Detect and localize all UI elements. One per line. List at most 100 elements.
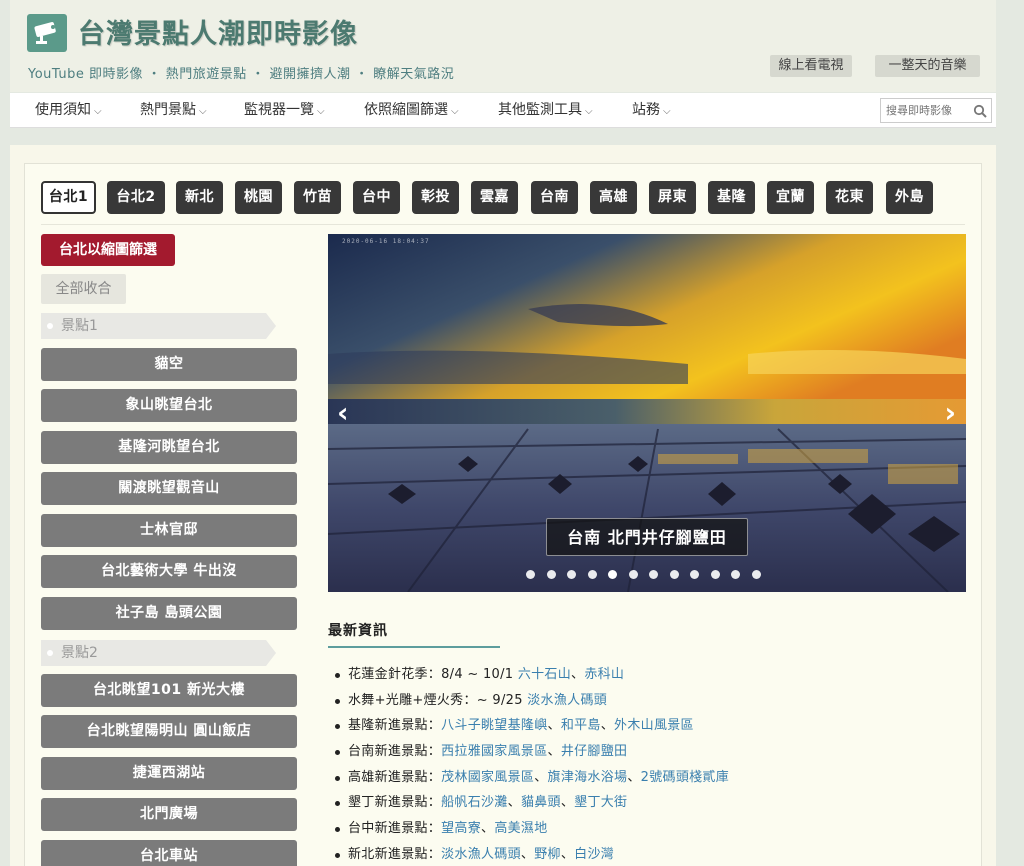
carousel-dot[interactable] — [546, 570, 556, 579]
region-tab-taipei2[interactable]: 台北2 — [107, 181, 165, 214]
news-link-separator: 、 — [627, 769, 641, 785]
region-tab-kaohsiung[interactable]: 高雄 — [590, 181, 637, 214]
news-item-text: 新北新進景點： — [348, 846, 442, 862]
collapse-all-button[interactable]: 全部收合 — [41, 274, 126, 304]
live-camera-carousel[interactable]: 2020-06-16 18:04:37 ‹ › 台南 北門井仔腳鹽田 — [328, 234, 966, 592]
content-area: 台北1 台北2 新北 桃園 竹苗 台中 彰投 雲嘉 台南 高雄 屏東 基隆 宜蘭… — [10, 145, 996, 866]
nav-item-camera-list[interactable]: 監視器一覽 ⌵ — [244, 93, 325, 128]
region-tab-taoyuan[interactable]: 桃園 — [235, 181, 282, 214]
news-spot-link[interactable]: 八斗子眺望基隆嶼 — [441, 718, 547, 733]
nav-item-popular-spots[interactable]: 熱門景點 ⌵ — [140, 93, 207, 128]
group-header-spots2[interactable]: 景點2 — [41, 640, 276, 666]
all-day-music-button[interactable]: 一整天的音樂 — [875, 55, 980, 77]
news-spot-link[interactable]: 白沙灣 — [574, 847, 614, 862]
news-spot-link[interactable]: 赤科山 — [584, 667, 624, 682]
thumbnail-filter-button[interactable]: 台北以縮圖篩選 — [41, 234, 175, 266]
nav-item-other-tools[interactable]: 其他監測工具 ⌵ — [498, 93, 593, 128]
spot-button[interactable]: 社子島 島頭公園 — [41, 597, 297, 630]
carousel-dot[interactable] — [751, 570, 761, 579]
region-tab-new-taipei[interactable]: 新北 — [176, 181, 223, 214]
site-tagline: YouTube 即時影像 ・ 熱門旅遊景點 ・ 避開擁擠人潮 ・ 瞭解天氣路況 — [28, 67, 455, 82]
news-spot-link[interactable]: 船帆石沙灘 — [441, 795, 508, 810]
carousel-dot[interactable] — [587, 570, 597, 579]
news-item-text: 水舞+光雕+煙火秀：~ 9/25 — [348, 692, 528, 708]
site-title[interactable]: 台灣景點人潮即時影像 — [78, 12, 358, 51]
region-tab-yilan[interactable]: 宜蘭 — [767, 181, 814, 214]
region-tab-keelung[interactable]: 基隆 — [708, 181, 755, 214]
news-item: 水舞+光雕+煙火秀：~ 9/25 淡水漁人碼頭 — [328, 688, 968, 714]
carousel-dot[interactable] — [710, 570, 720, 579]
spot-button[interactable]: 台北車站 — [41, 840, 297, 866]
spot-button[interactable]: 貓空 — [41, 348, 297, 381]
news-spot-link[interactable]: 野柳 — [534, 847, 561, 862]
online-tv-button[interactable]: 線上看電視 — [770, 55, 852, 77]
region-tab-hualien-taitung[interactable]: 花東 — [826, 181, 873, 214]
group-header-spots1[interactable]: 景點1 — [41, 313, 276, 339]
news-spot-link[interactable]: 旗津海水浴場 — [548, 770, 628, 785]
nav-item-site-affairs[interactable]: 站務 ⌵ — [632, 93, 671, 128]
news-spot-link[interactable]: 高美濕地 — [494, 821, 547, 836]
news-item: 墾丁新進景點：船帆石沙灘、貓鼻頭、墾丁大街 — [328, 790, 968, 816]
carousel-prev-button[interactable]: ‹ — [337, 399, 349, 427]
news-link-separator: 、 — [560, 795, 575, 811]
nav-item-label: 依照縮圖篩選 — [364, 102, 448, 118]
carousel-dot[interactable] — [731, 570, 740, 579]
news-spot-link[interactable]: 2號碼頭棧貳庫 — [641, 770, 729, 785]
news-link-separator: 、 — [571, 667, 585, 682]
spot-button[interactable]: 台北眺望陽明山 圓山飯店 — [41, 715, 297, 748]
news-spot-link[interactable]: 茂林國家風景區 — [441, 770, 534, 785]
spot-button[interactable]: 台北眺望101 新光大樓 — [41, 674, 297, 707]
camera-logo-icon[interactable] — [27, 14, 67, 52]
region-tab-tainan[interactable]: 台南 — [531, 181, 578, 214]
spot-button[interactable]: 北門廣場 — [41, 798, 297, 831]
region-tab-pingtung[interactable]: 屏東 — [649, 181, 696, 214]
carousel-dot[interactable] — [649, 570, 658, 579]
news-spot-link[interactable]: 和平島 — [561, 718, 601, 733]
news-spot-link[interactable]: 淡水漁人碼頭 — [527, 693, 607, 708]
region-tab-changhua-nantou[interactable]: 彰投 — [412, 181, 459, 214]
spot-button[interactable]: 象山眺望台北 — [41, 389, 297, 422]
news-spot-link[interactable]: 貓鼻頭 — [521, 795, 561, 810]
nav-item-thumbnail-filter[interactable]: 依照縮圖篩選 ⌵ — [364, 93, 459, 128]
news-spot-link[interactable]: 井仔腳鹽田 — [561, 744, 628, 759]
carousel-dot[interactable] — [567, 570, 576, 579]
search-input[interactable] — [881, 99, 967, 122]
spot-button[interactable]: 關渡眺望觀音山 — [41, 472, 297, 505]
news-spot-link[interactable]: 外木山風景區 — [614, 718, 694, 733]
region-tab-hsinchu-miaoli[interactable]: 竹苗 — [294, 181, 341, 214]
carousel-caption[interactable]: 台南 北門井仔腳鹽田 — [546, 518, 748, 556]
news-item: 新北新進景點：淡水漁人碼頭、野柳、白沙灣 — [328, 842, 968, 866]
chevron-down-icon: ⌵ — [663, 106, 671, 117]
region-tab-outlying-islands[interactable]: 外島 — [886, 181, 933, 214]
spot-button[interactable]: 士林官邸 — [41, 514, 297, 547]
news-item: 台南新進景點：西拉雅國家風景區、井仔腳鹽田 — [328, 739, 968, 765]
chevron-down-icon: ⌵ — [94, 106, 102, 117]
spot-button[interactable]: 捷運西湖站 — [41, 757, 297, 790]
carousel-next-button[interactable]: › — [944, 399, 956, 427]
nav-item-usage-notes[interactable]: 使用須知 ⌵ — [35, 93, 102, 128]
carousel-dot[interactable] — [690, 570, 699, 579]
nav-item-label: 其他監測工具 — [498, 102, 582, 118]
news-item-text: 台南新進景點： — [348, 744, 442, 760]
news-link-separator: 、 — [547, 744, 561, 760]
region-tab-taipei1[interactable]: 台北1 — [41, 181, 96, 214]
carousel-dot[interactable] — [608, 570, 617, 579]
spot-button[interactable]: 基隆河眺望台北 — [41, 431, 297, 464]
news-link-separator: 、 — [534, 769, 548, 785]
region-tab-chiayi-yunlin[interactable]: 雲嘉 — [471, 181, 518, 214]
region-tab-taichung[interactable]: 台中 — [353, 181, 400, 214]
news-spot-link[interactable]: 西拉雅國家風景區 — [441, 744, 547, 759]
spot-button[interactable]: 台北藝術大學 牛出沒 — [41, 555, 297, 588]
carousel-dot[interactable] — [628, 570, 638, 579]
search-box — [880, 98, 992, 123]
news-item: 基隆新進景點：八斗子眺望基隆嶼、和平島、外木山風景區 — [328, 713, 968, 739]
carousel-dot[interactable] — [669, 570, 679, 579]
news-spot-link[interactable]: 六十石山 — [518, 667, 571, 682]
news-spot-link[interactable]: 墾丁大街 — [574, 795, 627, 810]
news-spot-link[interactable]: 望高寮 — [441, 821, 481, 836]
news-link-separator: 、 — [507, 795, 521, 811]
news-link-separator: 、 — [547, 718, 561, 734]
news-spot-link[interactable]: 淡水漁人碼頭 — [441, 847, 521, 862]
search-icon[interactable] — [973, 103, 987, 122]
carousel-dot[interactable] — [526, 570, 535, 579]
